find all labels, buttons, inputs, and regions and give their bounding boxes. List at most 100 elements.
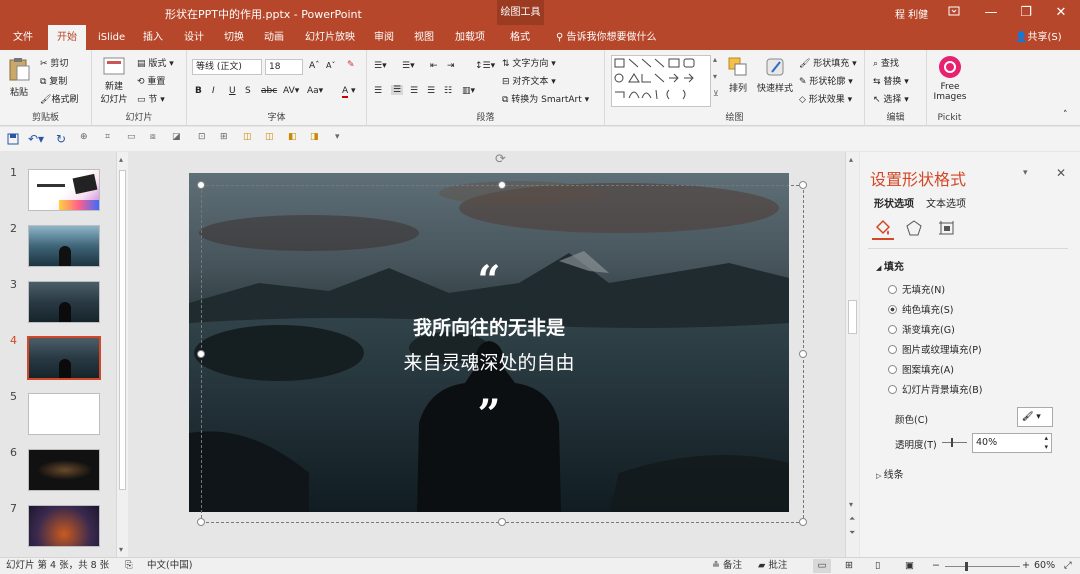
shape-effects-button[interactable]: ◇ 形状效果 ▾: [799, 92, 852, 105]
bullets-button[interactable]: ☰▾: [374, 61, 387, 71]
zoom-out-icon[interactable]: −: [932, 558, 940, 574]
underline-button[interactable]: U: [229, 86, 236, 96]
scroll-down-icon[interactable]: ▾: [119, 545, 123, 554]
slide-thumbnail-7[interactable]: [28, 505, 100, 547]
gallery-more-icon[interactable]: ⊻: [713, 89, 719, 98]
qat-tool-11-icon[interactable]: ◨: [310, 132, 319, 142]
pane-options-icon[interactable]: ▾: [1023, 168, 1028, 178]
tab-transitions[interactable]: 切换: [224, 25, 244, 50]
slide-thumbnail-4[interactable]: [27, 336, 101, 380]
qat-tool-9-icon[interactable]: ◫: [265, 132, 274, 142]
cut-button[interactable]: ✂ 剪切: [40, 56, 68, 69]
align-text-button[interactable]: ⊟ 对齐文本 ▾: [502, 74, 556, 87]
close-button[interactable]: ✕: [1045, 0, 1077, 25]
qat-tool-6-icon[interactable]: ⊡: [198, 132, 206, 142]
tab-addins[interactable]: 加载项: [455, 25, 485, 50]
copy-button[interactable]: ⧉ 复制: [40, 74, 67, 87]
numbering-button[interactable]: ☰▾: [402, 61, 415, 71]
format-painter-button[interactable]: 🖌格式刷: [40, 92, 78, 105]
thumbnail-scrollbar[interactable]: ▴ ▾: [116, 152, 128, 557]
fill-section-header[interactable]: ◢ 填充: [876, 258, 904, 273]
tell-me-box[interactable]: ⚲ 告诉我你想要做什么: [556, 25, 657, 50]
zoom-in-icon[interactable]: +: [1022, 558, 1030, 574]
previous-slide-icon[interactable]: ⏶: [849, 514, 855, 524]
convert-smartart-button[interactable]: ⧉ 转换为 SmartArt ▾: [502, 92, 589, 105]
align-center-icon[interactable]: ☰: [391, 85, 404, 95]
text-shadow-button[interactable]: S: [245, 86, 251, 96]
transparency-input[interactable]: 40% ▴ ▾: [972, 433, 1052, 453]
radio-solid-fill[interactable]: 纯色填充(S): [888, 302, 953, 316]
tab-design[interactable]: 设计: [184, 25, 204, 50]
line-spacing-button[interactable]: ↕☰▾: [475, 61, 495, 71]
section-button[interactable]: ▭ 节 ▾: [137, 92, 165, 105]
thumbnail-scroll-thumb[interactable]: [119, 170, 126, 490]
tab-text-options[interactable]: 文本选项: [926, 195, 966, 210]
slide-thumbnail-2[interactable]: [28, 225, 100, 267]
decrease-indent-icon[interactable]: ⇤: [430, 61, 438, 71]
undo-icon[interactable]: ↶▾: [28, 132, 44, 146]
bold-button[interactable]: B: [195, 86, 202, 96]
radio-no-fill[interactable]: 无填充(N): [888, 282, 945, 296]
zoom-slider[interactable]: [945, 562, 1020, 571]
italic-button[interactable]: I: [212, 86, 215, 96]
increase-indent-icon[interactable]: ⇥: [447, 61, 455, 71]
resize-handle-top[interactable]: [498, 181, 506, 189]
language-status[interactable]: 中文(中国): [147, 558, 192, 574]
font-name-combo[interactable]: 等线 (正文): [192, 59, 262, 75]
font-color-button[interactable]: A ▾: [342, 86, 356, 98]
tab-islide[interactable]: iSlide: [98, 25, 125, 50]
shape-fill-button[interactable]: 🖌 形状填充 ▾: [799, 56, 857, 69]
canvas-scroll-thumb[interactable]: [848, 300, 857, 334]
resize-handle-top-left[interactable]: [197, 181, 205, 189]
transparency-slider[interactable]: [942, 438, 967, 447]
next-slide-icon[interactable]: ⏷: [849, 528, 855, 538]
change-case-button[interactable]: Aa▾: [307, 86, 323, 96]
user-name[interactable]: 程 利健: [895, 6, 928, 21]
resize-handle-left[interactable]: [197, 350, 205, 358]
align-left-icon[interactable]: ☰: [374, 86, 382, 96]
find-button[interactable]: ⌕ 查找: [873, 56, 899, 69]
qat-customize-icon[interactable]: ▾: [335, 132, 340, 142]
qat-tool-4-icon[interactable]: ⧈: [150, 132, 156, 142]
canvas-scrollbar[interactable]: ▴ ▾ ⏶ ⏷: [845, 152, 859, 557]
tab-insert[interactable]: 插入: [143, 25, 163, 50]
effects-pentagon-icon[interactable]: [906, 220, 922, 236]
slide-thumbnail-6[interactable]: [28, 449, 100, 491]
clear-format-icon[interactable]: ✎: [347, 60, 355, 70]
shapes-gallery[interactable]: [611, 55, 711, 107]
paste-button[interactable]: 粘贴: [6, 56, 32, 98]
qat-tool-2-icon[interactable]: ⌗: [105, 132, 110, 142]
text-direction-button[interactable]: ⇅ 文字方向 ▾: [502, 56, 556, 69]
reset-button[interactable]: ⟲ 重置: [137, 74, 165, 87]
tab-format[interactable]: 格式: [510, 25, 530, 50]
quick-styles-button[interactable]: 快速样式: [755, 56, 795, 94]
notes-button[interactable]: ≗ 备注: [712, 558, 742, 574]
scroll-up-icon[interactable]: ▴: [849, 155, 853, 164]
tab-file[interactable]: 文件: [13, 25, 33, 50]
normal-view-icon[interactable]: ▭: [813, 559, 831, 573]
redo-icon[interactable]: ↻: [56, 132, 66, 146]
radio-gradient-fill[interactable]: 渐变填充(G): [888, 322, 955, 336]
tab-shape-options[interactable]: 形状选项: [874, 195, 914, 210]
shrink-font-button[interactable]: Aˇ: [326, 61, 335, 70]
resize-handle-bottom-right[interactable]: [799, 518, 807, 526]
pickit-free-images-button[interactable]: Free Images: [931, 55, 969, 102]
layout-button[interactable]: ▤ 版式 ▾: [137, 56, 174, 69]
collapse-ribbon-icon[interactable]: ˄: [1063, 110, 1068, 120]
select-button[interactable]: ↖ 选择 ▾: [873, 92, 909, 105]
grow-font-button[interactable]: Aˆ: [309, 61, 320, 71]
slide-thumbnail-5[interactable]: [28, 393, 100, 435]
radio-picture-fill[interactable]: 图片或纹理填充(P): [888, 342, 982, 356]
minimize-button[interactable]: —: [975, 0, 1007, 25]
slide-sorter-icon[interactable]: ⊞: [845, 558, 853, 574]
spelling-icon[interactable]: ⎘: [125, 558, 133, 574]
font-size-combo[interactable]: 18: [265, 59, 303, 75]
columns-button[interactable]: ▥▾: [462, 86, 475, 96]
color-picker-button[interactable]: 🖌 ▾: [1017, 407, 1053, 427]
justify-icon[interactable]: ☰: [427, 86, 435, 96]
qat-tool-3-icon[interactable]: ▭: [127, 132, 136, 142]
scroll-down-icon[interactable]: ▾: [849, 500, 853, 509]
rotate-handle-icon[interactable]: ⟳: [495, 152, 506, 167]
qat-tool-1-icon[interactable]: ⊕: [80, 132, 88, 142]
char-spacing-button[interactable]: AV▾: [283, 86, 299, 96]
